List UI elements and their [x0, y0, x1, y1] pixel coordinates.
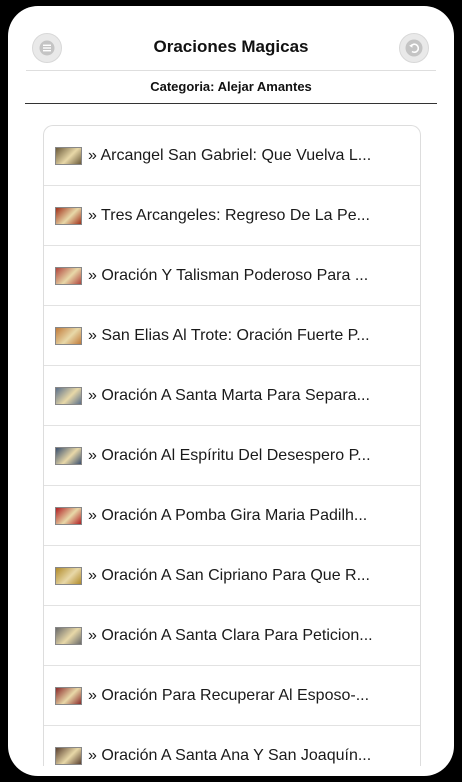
- app-frame: Oraciones Magicas Categoria: Alejar Aman…: [8, 6, 454, 776]
- prayer-thumbnail: [55, 626, 82, 645]
- list-item-label: » Oración A Pomba Gira Maria Padilh...: [88, 506, 368, 524]
- list-item[interactable]: » Oración Y Talisman Poderoso Para ...: [44, 246, 420, 306]
- back-button[interactable]: [399, 33, 429, 63]
- list-item-label: » Oración Al Espíritu Del Desespero P...: [88, 446, 371, 464]
- prayer-thumbnail: [55, 446, 82, 465]
- page-title: Oraciones Magicas: [153, 37, 309, 56]
- prayer-thumbnail: [55, 146, 82, 165]
- prayer-thumbnail: [55, 746, 82, 765]
- prayer-thumbnail: [55, 566, 82, 585]
- prayer-thumbnail: [55, 206, 82, 225]
- prayer-thumbnail: [55, 326, 82, 345]
- prayer-thumbnail: [55, 266, 82, 285]
- list-item-label: » Tres Arcangeles: Regreso De La Pe...: [88, 206, 370, 224]
- list-item-label: » Oración A Santa Clara Para Peticion...: [88, 626, 373, 644]
- list-item[interactable]: » Oración A San Cipriano Para Que R...: [44, 546, 420, 606]
- list-item-label: » Oración A Santa Marta Para Separa...: [88, 386, 370, 404]
- header: Oraciones Magicas: [8, 6, 454, 72]
- list-item[interactable]: » Oración A Santa Clara Para Peticion...: [44, 606, 420, 666]
- list-item[interactable]: » Oración A Santa Marta Para Separa...: [44, 366, 420, 426]
- prayer-thumbnail: [55, 386, 82, 405]
- prayer-list: » Arcangel San Gabriel: Que Vuelva L... »…: [43, 125, 421, 766]
- list-item-label: » Oración Y Talisman Poderoso Para ...: [88, 266, 369, 284]
- list-item[interactable]: » San Elias Al Trote: Oración Fuerte P..…: [44, 306, 420, 366]
- hamburger-menu-icon: [39, 40, 55, 56]
- prayer-thumbnail: [55, 506, 82, 525]
- list-item[interactable]: » Oración A Santa Ana Y San Joaquín...: [44, 726, 420, 766]
- list-item[interactable]: » Oración A Pomba Gira Maria Padilh...: [44, 486, 420, 546]
- back-arrow-icon: [405, 39, 423, 57]
- list-item[interactable]: » Oración Al Espíritu Del Desespero P...: [44, 426, 420, 486]
- category-title: Categoria: Alejar Amantes: [150, 79, 312, 94]
- list-item[interactable]: » Arcangel San Gabriel: Que Vuelva L...: [44, 126, 420, 186]
- list-item-label: » Oración A Santa Ana Y San Joaquín...: [88, 746, 372, 764]
- list-item-label: » San Elias Al Trote: Oración Fuerte P..…: [88, 326, 370, 344]
- list-item[interactable]: » Oración Para Recuperar Al Esposo-...: [44, 666, 420, 726]
- list-item-label: » Arcangel San Gabriel: Que Vuelva L...: [88, 146, 372, 164]
- menu-button[interactable]: [32, 33, 62, 63]
- category-divider: [25, 103, 437, 104]
- header-divider: [26, 70, 436, 71]
- list-item[interactable]: » Tres Arcangeles: Regreso De La Pe...: [44, 186, 420, 246]
- list-item-label: » Oración Para Recuperar Al Esposo-...: [88, 686, 370, 704]
- prayer-thumbnail: [55, 686, 82, 705]
- list-item-label: » Oración A San Cipriano Para Que R...: [88, 566, 370, 584]
